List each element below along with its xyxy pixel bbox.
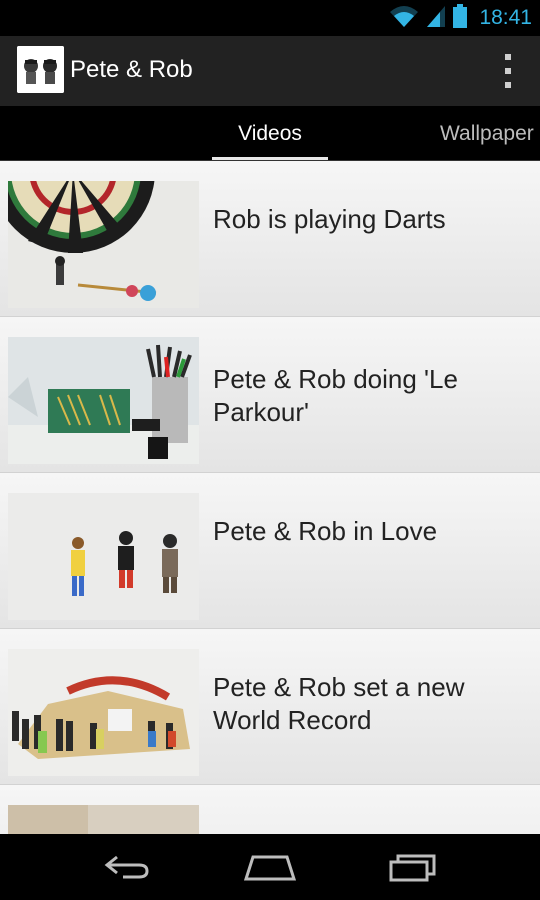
darts-thumbnail	[8, 181, 199, 308]
list-item[interactable]: Pete & Rob doing 'Le Parkour'	[0, 317, 540, 473]
tab-videos[interactable]: Videos	[212, 106, 328, 161]
list-item[interactable]: Pete & Rob set a new World Record	[0, 629, 540, 785]
video-title: Pete & Rob doing 'Le Parkour'	[213, 364, 458, 427]
status-icons: 18:41	[389, 0, 532, 36]
world-record-thumbnail	[8, 649, 199, 776]
tab-strip: Videos Wallpaper	[0, 106, 540, 161]
video-list[interactable]: Rob is playing Darts Pete & Rob doing 'L…	[0, 161, 540, 834]
love-thumbnail	[8, 493, 199, 620]
wifi-icon	[389, 4, 419, 33]
next-thumbnail	[8, 805, 199, 834]
status-time: 18:41	[479, 6, 532, 29]
back-icon[interactable]	[97, 847, 157, 887]
signal-icon	[425, 4, 447, 33]
home-icon[interactable]	[240, 847, 300, 887]
video-title: Rob is playing Darts	[213, 204, 446, 234]
parkour-thumbnail	[8, 337, 199, 464]
battery-icon	[453, 3, 468, 33]
app-icon[interactable]	[17, 46, 64, 93]
video-title: Pete & Rob in Love	[213, 516, 438, 546]
navigation-bar	[0, 834, 540, 900]
recent-apps-icon[interactable]	[383, 847, 443, 887]
list-item[interactable]	[0, 785, 540, 834]
list-item[interactable]: Rob is playing Darts	[0, 161, 540, 317]
list-item[interactable]: Pete & Rob in Love	[0, 473, 540, 629]
overflow-menu-icon[interactable]	[501, 54, 515, 88]
app-title: Pete & Rob	[70, 56, 193, 83]
action-bar: Pete & Rob	[0, 36, 540, 106]
tab-wallpaper[interactable]: Wallpaper	[440, 106, 540, 161]
status-bar: 18:41	[0, 0, 540, 36]
video-title: Pete & Rob set a new World Record	[213, 672, 465, 735]
